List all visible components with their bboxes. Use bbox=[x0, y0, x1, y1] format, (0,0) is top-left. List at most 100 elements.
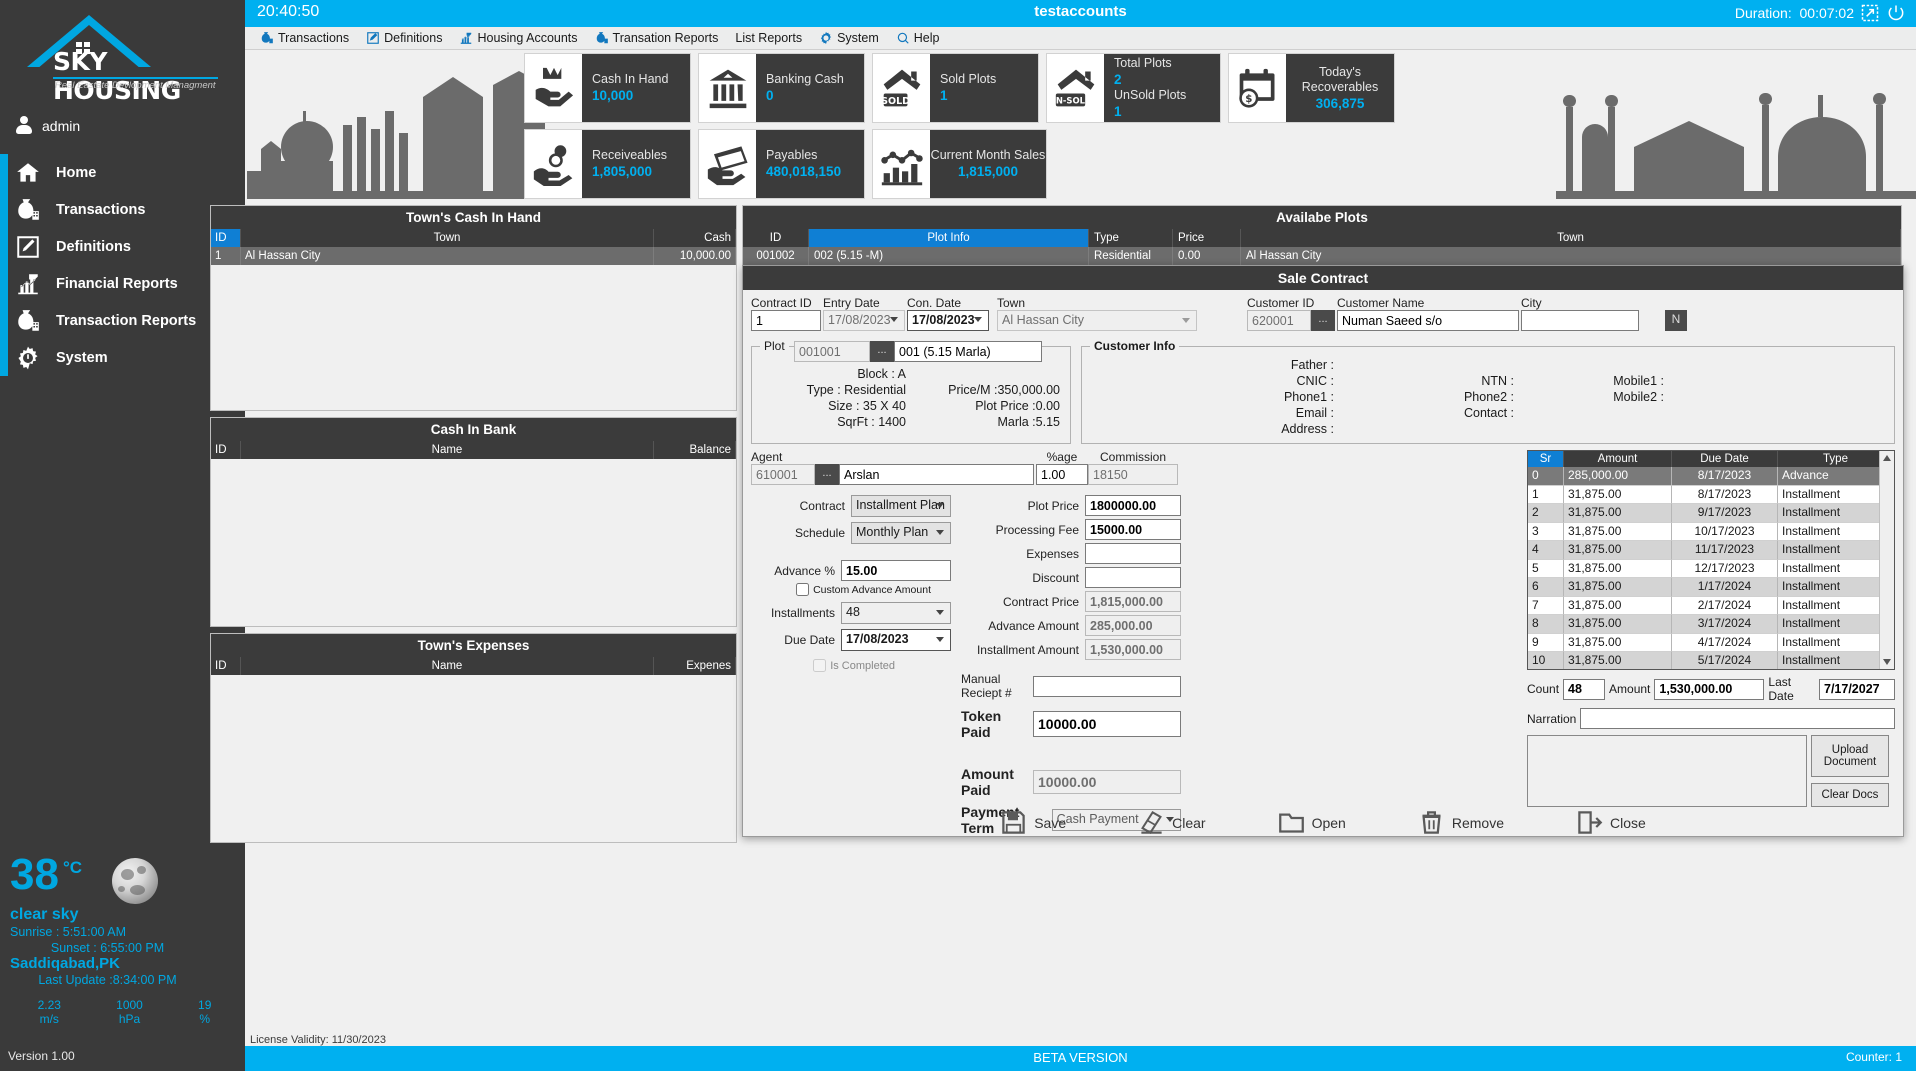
installment-amount-input[interactable] bbox=[1085, 639, 1181, 660]
amount-paid-input[interactable] bbox=[1033, 770, 1181, 794]
kpi-card-receiveables[interactable]: Receiveables 1,805,000 bbox=[524, 129, 691, 199]
save-button[interactable]: Save bbox=[1000, 809, 1066, 836]
kpi-card-cash-in-hand[interactable]: Cash In Hand 10,000 bbox=[524, 53, 691, 123]
table-row[interactable]: 731,875.002/17/2024Installment bbox=[1528, 597, 1894, 616]
last-date-input[interactable] bbox=[1819, 679, 1895, 700]
sidebar-item-definitions[interactable]: Definitions bbox=[0, 228, 245, 265]
con-date-picker[interactable]: 17/08/2023 bbox=[907, 310, 989, 331]
expand-icon[interactable] bbox=[1860, 3, 1880, 23]
table-row[interactable]: 1031,875.005/17/2024Installment bbox=[1528, 652, 1894, 670]
column-header-name[interactable]: Name bbox=[241, 441, 654, 459]
agent-name-input[interactable] bbox=[839, 464, 1034, 485]
sidebar-item-financial-reports[interactable]: Financial Reports bbox=[0, 265, 245, 302]
column-header-balance[interactable]: Balance bbox=[654, 441, 736, 459]
kpi-card-total-plots[interactable]: UN-SOLD Total Plots 2 UnSold Plots 1 bbox=[1046, 53, 1221, 123]
contract-price-input[interactable] bbox=[1085, 591, 1181, 612]
agent-percent-input[interactable] bbox=[1036, 464, 1088, 485]
column-header-plot-info[interactable]: Plot Info bbox=[809, 229, 1089, 247]
menu-item-housing-accounts[interactable]: Housing Accounts bbox=[452, 29, 584, 47]
installment-schedule-grid[interactable]: Sr Amount Due Date Type 0285,000.008/17/… bbox=[1527, 450, 1895, 670]
town-select[interactable]: Al Hassan City bbox=[997, 310, 1197, 331]
column-header-cash[interactable]: Cash bbox=[654, 229, 736, 247]
sidebar-item-home[interactable]: Home bbox=[0, 154, 245, 191]
sidebar-item-transactions[interactable]: Transactions bbox=[0, 191, 245, 228]
expenses-input[interactable] bbox=[1085, 543, 1181, 564]
column-header-expenes[interactable]: Expenes bbox=[654, 657, 736, 675]
menu-item-transactions[interactable]: Transactions bbox=[253, 29, 356, 47]
table-row[interactable]: 1 Al Hassan City 10,000.00 bbox=[211, 247, 736, 265]
city-input[interactable] bbox=[1521, 310, 1639, 331]
narration-input[interactable] bbox=[1580, 708, 1895, 729]
kpi-card-todays-recoverables[interactable]: $ Today's Recoverables 306,875 bbox=[1228, 53, 1395, 123]
menu-item-transation-reports[interactable]: Transation Reports bbox=[588, 29, 726, 47]
contract-type-select[interactable]: Installment Plan bbox=[851, 495, 951, 517]
close-button[interactable]: Close bbox=[1576, 809, 1646, 836]
power-icon[interactable] bbox=[1886, 3, 1906, 23]
table-row[interactable]: 0285,000.008/17/2023Advance bbox=[1528, 467, 1894, 486]
entry-date-picker[interactable]: 17/08/2023 bbox=[823, 310, 905, 331]
column-header-id[interactable]: ID bbox=[211, 229, 241, 247]
is-completed-checkbox[interactable] bbox=[813, 659, 826, 672]
column-header-name[interactable]: Name bbox=[241, 657, 654, 675]
table-row[interactable]: 331,875.0010/17/2023Installment bbox=[1528, 523, 1894, 542]
column-header-id[interactable]: ID bbox=[211, 441, 241, 459]
token-paid-input[interactable] bbox=[1033, 711, 1181, 737]
column-header-town[interactable]: Town bbox=[241, 229, 654, 247]
column-header-sr[interactable]: Sr bbox=[1528, 451, 1564, 467]
grid-scrollbar[interactable] bbox=[1879, 451, 1894, 669]
agent-id-input[interactable] bbox=[751, 464, 815, 485]
plot-price-input[interactable] bbox=[1085, 495, 1181, 516]
plot-lookup-button[interactable]: ... bbox=[870, 341, 894, 362]
upload-document-button[interactable]: Upload Document bbox=[1811, 735, 1889, 777]
sidebar-item-system[interactable]: System bbox=[0, 339, 245, 376]
table-row[interactable]: 631,875.001/17/2024Installment bbox=[1528, 578, 1894, 597]
manual-receipt-input[interactable] bbox=[1033, 676, 1181, 697]
document-preview-area[interactable] bbox=[1527, 735, 1807, 807]
kpi-card-current-month-sales[interactable]: Current Month Sales 1,815,000 bbox=[872, 129, 1047, 199]
table-row[interactable]: 231,875.009/17/2023Installment bbox=[1528, 504, 1894, 523]
kpi-card-payables[interactable]: Payables 480,018,150 bbox=[698, 129, 865, 199]
kpi-card-banking-cash[interactable]: Banking Cash 0 bbox=[698, 53, 865, 123]
custom-advance-checkbox[interactable] bbox=[796, 583, 809, 596]
table-row[interactable]: 431,875.0011/17/2023Installment bbox=[1528, 541, 1894, 560]
open-button[interactable]: Open bbox=[1278, 809, 1346, 836]
due-date-picker[interactable]: 17/08/2023 bbox=[841, 629, 951, 651]
column-header-id[interactable]: ID bbox=[211, 657, 241, 675]
processing-fee-input[interactable] bbox=[1085, 519, 1181, 540]
menu-item-help[interactable]: Help bbox=[889, 29, 947, 47]
sidebar-item-transaction-reports[interactable]: Transaction Reports bbox=[0, 302, 245, 339]
table-row[interactable]: 831,875.003/17/2024Installment bbox=[1528, 615, 1894, 634]
menu-item-definitions[interactable]: Definitions bbox=[359, 29, 449, 47]
column-header-due-date[interactable]: Due Date bbox=[1672, 451, 1778, 467]
plot-id-input[interactable] bbox=[794, 341, 870, 362]
customer-lookup-button[interactable]: ... bbox=[1311, 310, 1335, 331]
customer-id-input[interactable] bbox=[1247, 310, 1311, 331]
table-row[interactable]: 131,875.008/17/2023Installment bbox=[1528, 486, 1894, 505]
table-row[interactable]: 531,875.0012/17/2023Installment bbox=[1528, 560, 1894, 579]
column-header-type[interactable]: Type bbox=[1089, 229, 1173, 247]
plot-info-input[interactable] bbox=[894, 341, 1042, 362]
amount-input[interactable] bbox=[1654, 679, 1764, 700]
table-row[interactable]: 931,875.004/17/2024Installment bbox=[1528, 634, 1894, 653]
menu-item-list-reports[interactable]: List Reports bbox=[728, 29, 809, 47]
column-header-id[interactable]: ID bbox=[743, 229, 809, 247]
discount-input[interactable] bbox=[1085, 567, 1181, 588]
city-lookup-button[interactable]: N bbox=[1665, 310, 1687, 331]
column-header-price[interactable]: Price bbox=[1173, 229, 1241, 247]
kpi-card-sold-plots[interactable]: SOLD Sold Plots 1 bbox=[872, 53, 1039, 123]
table-row[interactable]: 001002 002 (5.15 -M) Residential 0.00 Al… bbox=[743, 247, 1901, 265]
clear-button[interactable]: Clear bbox=[1138, 809, 1205, 836]
remove-button[interactable]: Remove bbox=[1418, 809, 1504, 836]
agent-lookup-button[interactable]: ... bbox=[815, 464, 839, 485]
menu-item-system[interactable]: System bbox=[812, 29, 886, 47]
contract-id-input[interactable] bbox=[751, 310, 821, 331]
count-input[interactable] bbox=[1563, 679, 1605, 700]
column-header-town[interactable]: Town bbox=[1241, 229, 1901, 247]
installments-select[interactable]: 48 bbox=[841, 602, 951, 624]
clear-docs-button[interactable]: Clear Docs bbox=[1811, 783, 1889, 807]
column-header-type[interactable]: Type bbox=[1778, 451, 1894, 467]
advance-percent-input[interactable] bbox=[841, 560, 951, 581]
advance-amount-input[interactable] bbox=[1085, 615, 1181, 636]
commission-input[interactable] bbox=[1088, 464, 1178, 485]
column-header-amount[interactable]: Amount bbox=[1564, 451, 1672, 467]
